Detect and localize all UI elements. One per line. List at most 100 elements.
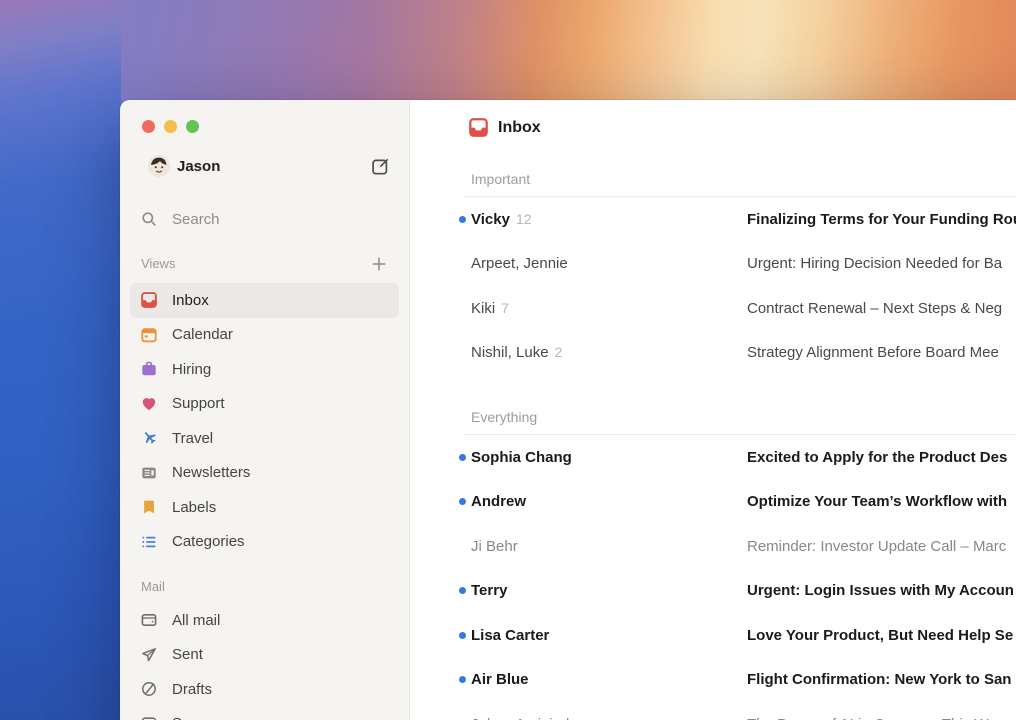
email-sender: Nishil, Luke (471, 344, 549, 361)
email-row[interactable]: Lisa Carter Love Your Product, But Need … (410, 613, 1016, 658)
mail-list: All mail Sent Drafts Spam (130, 603, 399, 720)
email-sender: Andrew (471, 493, 526, 510)
email-subject: Reminder: Investor Update Call – Marc (747, 538, 1016, 555)
spam-icon (141, 716, 157, 720)
window-controls (130, 120, 399, 133)
sidebar-item-labels[interactable]: Labels (130, 490, 399, 525)
sidebar-item-label: Calendar (172, 326, 233, 343)
email-row[interactable]: Kiki 7 Contract Renewal – Next Steps & N… (410, 286, 1016, 331)
minimize-window-button[interactable] (164, 120, 177, 133)
sidebar-item-label: Sent (172, 646, 203, 663)
sidebar-item-drafts[interactable]: Drafts (130, 672, 399, 707)
email-sender: Terry (471, 582, 507, 599)
search-icon (141, 211, 157, 227)
sidebar-item-travel[interactable]: Travel (130, 421, 399, 456)
briefcase-icon (141, 361, 157, 377)
close-window-button[interactable] (142, 120, 155, 133)
email-subject: Strategy Alignment Before Board Mee (747, 344, 1016, 361)
sidebar-item-all-mail[interactable]: All mail (130, 603, 399, 638)
calendar-icon (141, 327, 157, 343)
compose-button[interactable] (371, 157, 390, 176)
inbox-icon (141, 292, 157, 308)
email-row[interactable]: Vicky 12 Finalizing Terms for Your Fundi… (410, 197, 1016, 242)
sidebar-item-label: Categories (172, 533, 245, 550)
email-section: Important Vicky 12 Finalizing Terms for … (410, 171, 1016, 375)
email-sender: Lisa Carter (471, 627, 549, 644)
sidebar-item-sent[interactable]: Sent (130, 638, 399, 673)
list-icon (141, 534, 157, 550)
zoom-window-button[interactable] (186, 120, 199, 133)
views-list: Inbox Calendar Hiring Support Travel New… (130, 283, 399, 559)
email-row[interactable]: Sophia Chang Excited to Apply for the Pr… (410, 435, 1016, 480)
email-sender: Air Blue (471, 671, 529, 688)
inbox-header: Inbox (410, 100, 1016, 137)
sidebar-item-spam[interactable]: Spam (130, 707, 399, 720)
unread-dot-icon (459, 498, 466, 505)
unread-dot-icon (459, 632, 466, 639)
email-subject: Finalizing Terms for Your Funding Round (747, 211, 1016, 228)
sidebar-item-label: All mail (172, 612, 220, 629)
email-row[interactable]: Air Blue Flight Confirmation: New York t… (410, 658, 1016, 703)
thread-count: 12 (516, 211, 532, 227)
sidebar-item-label: Support (172, 395, 225, 412)
email-subject: Optimize Your Team’s Workflow with (747, 493, 1016, 510)
email-subject: The Power of AI in Company This W (747, 716, 1016, 720)
email-row[interactable]: Terry Urgent: Login Issues with My Accou… (410, 569, 1016, 614)
sidebar-item-categories[interactable]: Categories (130, 525, 399, 560)
email-sender: Arpeet, Jennie (471, 255, 568, 272)
email-subject: Excited to Apply for the Product Des (747, 449, 1016, 466)
email-row[interactable]: Ji Behr Reminder: Investor Update Call –… (410, 524, 1016, 569)
section-label: Everything (410, 409, 1016, 425)
unread-dot-icon (459, 676, 466, 683)
sidebar-item-hiring[interactable]: Hiring (130, 352, 399, 387)
mail-section-head: Mail (130, 578, 399, 595)
email-subject: Urgent: Login Issues with My Accoun (747, 582, 1016, 599)
search-label: Search (172, 211, 220, 228)
profile-row[interactable]: Jason (130, 155, 399, 177)
email-sender: Sophia Chang (471, 449, 572, 466)
sidebar-item-inbox[interactable]: Inbox (130, 283, 399, 318)
page-title: Inbox (498, 119, 541, 137)
email-sender: Vicky (471, 211, 510, 228)
inbox-icon (469, 118, 488, 137)
unread-dot-icon (459, 216, 466, 223)
sidebar-item-calendar[interactable]: Calendar (130, 318, 399, 353)
search-button[interactable]: Search (130, 208, 399, 230)
email-subject: Flight Confirmation: New York to San (747, 671, 1016, 688)
inbox-pane: Inbox Important Vicky 12 Finalizing Term… (410, 100, 1016, 720)
section-label: Important (410, 171, 1016, 187)
email-row[interactable]: Johan Aminjad The Power of AI in Company… (410, 702, 1016, 720)
email-sender: Ji Behr (471, 538, 518, 555)
sidebar-item-label: Spam (172, 715, 211, 720)
views-section-head: Views (130, 255, 399, 272)
email-section: Everything Sophia Chang Excited to Apply… (410, 409, 1016, 720)
sidebar-item-support[interactable]: Support (130, 387, 399, 422)
drafts-icon (141, 681, 157, 697)
email-row[interactable]: Nishil, Luke 2 Strategy Alignment Before… (410, 331, 1016, 376)
email-sections: Important Vicky 12 Finalizing Terms for … (410, 171, 1016, 720)
mail-label: Mail (141, 579, 165, 594)
email-subject: Love Your Product, But Need Help Se (747, 627, 1016, 644)
plus-icon (371, 256, 387, 272)
all-mail-icon (141, 612, 157, 628)
email-subject: Urgent: Hiring Decision Needed for Ba (747, 255, 1016, 272)
sidebar-item-label: Newsletters (172, 464, 250, 481)
add-view-button[interactable] (371, 256, 387, 272)
newspaper-icon (141, 465, 157, 481)
sidebar-item-label: Drafts (172, 681, 212, 698)
sidebar: Jason Search Views Inbox Calendar Hiring… (120, 100, 410, 720)
bookmark-icon (141, 499, 157, 515)
thread-count: 7 (501, 300, 509, 316)
sidebar-item-newsletters[interactable]: Newsletters (130, 456, 399, 491)
unread-dot-icon (459, 454, 466, 461)
email-row[interactable]: Arpeet, Jennie Urgent: Hiring Decision N… (410, 242, 1016, 287)
heart-icon (141, 396, 157, 412)
thread-count: 2 (555, 344, 563, 360)
plane-icon (141, 430, 157, 446)
avatar (148, 155, 170, 177)
sidebar-item-label: Labels (172, 499, 216, 516)
views-label: Views (141, 256, 175, 271)
sidebar-item-label: Hiring (172, 361, 211, 378)
send-icon (141, 647, 157, 663)
email-row[interactable]: Andrew Optimize Your Team’s Workflow wit… (410, 480, 1016, 525)
